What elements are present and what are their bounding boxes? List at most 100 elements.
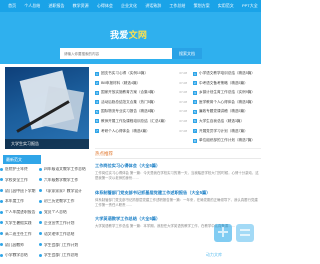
list-item[interactable]: 7 开展党员学习计划（精选7篇） <box>193 129 261 139</box>
hero-caption: 大学生实习报告 <box>5 139 89 149</box>
featured-article: 工作岗位实习心得体会（大全5篇） 工作岗位实习心得体会 第一篇：今天是我在学校实… <box>95 163 261 180</box>
nav-item-essays[interactable]: 实用范文 <box>214 0 238 12</box>
list-item-title[interactable]: 大学生自我总结（精选3篇） <box>199 119 244 123</box>
list-item[interactable]: 2 中考语文备考策略（精选5篇） <box>193 81 261 91</box>
list-item[interactable]: 大学生暑假实践 企业宣传工作计划 <box>0 221 96 232</box>
list-item-title[interactable]: 学校安全工作 <box>0 178 36 183</box>
nav-item-teaching[interactable]: 教学资源 <box>69 0 93 12</box>
logo-part1: 我爱 <box>110 30 129 40</box>
nav-item-work-summary[interactable]: 工作总结 <box>165 0 189 12</box>
featured-article-title[interactable]: 体系制管部门党支部书记抓基层党建工作述职报告（大全5篇） <box>95 190 261 196</box>
number-badge: 6 <box>95 119 99 124</box>
list-item[interactable]: 7 考研个人心得体会（精选4篇） 07-08 <box>95 129 187 139</box>
hero-image[interactable]: 大学生实习报告 <box>5 67 89 149</box>
list-item-title[interactable]: 高二班主任工作 <box>0 232 36 237</box>
list-item-title[interactable]: 幼儿园中班下学期 <box>0 189 36 194</box>
list-item-title[interactable]: 医学教育个人心得体会（精选5篇） <box>199 100 255 104</box>
list-item-title-2[interactable]: 语文老师工作总结 <box>39 232 95 237</box>
nav-item-summary[interactable]: 个人总结 <box>20 0 44 12</box>
section-divider <box>95 158 261 159</box>
number-badge: 4 <box>95 100 99 105</box>
list-item-title[interactable]: Bill申报材料（精选4篇） <box>101 81 140 85</box>
nav-item-experience[interactable]: 心得体会 <box>93 0 117 12</box>
list-item[interactable]: 5 廉政专题党课讲稿（精选5篇） <box>193 109 261 119</box>
left-column-heading[interactable]: 最新范文 <box>3 155 41 164</box>
list-item-title[interactable]: 乡镇计划生育工作总结（实例9篇） <box>199 90 255 94</box>
list-item[interactable]: 6 教师开展工作及课程培训总结（汇总4篇） 07-08 <box>95 119 187 129</box>
list-item-date: 07-08 <box>179 118 187 123</box>
list-item[interactable]: 1 小学语文教学培训总结（精选5篇） <box>193 71 261 81</box>
list-item-title[interactable]: 小学教学总结 <box>0 253 36 258</box>
list-item[interactable]: 8 单位组织部的工作计划（精选7篇） <box>193 138 261 148</box>
bullet-icon <box>0 253 3 257</box>
logo-part2: 文网 <box>128 30 148 40</box>
list-item-label: 学校安全工作 <box>5 177 28 182</box>
list-item-title[interactable]: 大学生暑假实践 <box>0 221 36 226</box>
list-item[interactable]: 幼儿园教师 学生会部门工作计划 <box>0 243 96 254</box>
list-item-title-2[interactable]: 四年级语文教学工作总结 <box>39 167 95 172</box>
list-item-title-2[interactable]: 学生会部门工作总结 <box>39 253 95 258</box>
list-item-title[interactable]: 教师开展工作及课程培训总结（汇总4篇） <box>101 119 168 123</box>
list-item-title[interactable]: 医院护士年终 <box>0 167 36 172</box>
nav-item-culture[interactable]: 企业文化 <box>117 0 141 12</box>
list-item-title[interactable]: 国际物流专业实习报告（精选8篇） <box>101 109 157 113</box>
list-item-title[interactable]: 小学语文教学培训总结（精选5篇） <box>199 71 255 75</box>
list-item-label: 六年级数学教学工作 <box>44 177 79 182</box>
list-item[interactable]: 4 医学教育个人心得体会（精选5篇） <box>193 100 261 110</box>
list-item[interactable]: 3 乡镇计划生育工作总结（实例9篇） <box>193 90 261 100</box>
list-item[interactable]: 1 团支书实习心得（实例10篇） 07-08 <box>95 71 187 81</box>
list-item-title-2[interactable]: 企业宣传工作计划 <box>39 221 95 226</box>
list-item-title-2[interactable]: 初三历史教学工作 <box>39 199 95 204</box>
list-item-date: 07-08 <box>179 90 187 95</box>
number-badge: 2 <box>95 81 99 86</box>
list-item[interactable]: 本年度工作 初三历史教学工作 <box>0 199 96 210</box>
list-item[interactable]: 5 国际物流专业实习报告（精选8篇） 07-08 <box>95 109 187 119</box>
divider <box>95 148 261 149</box>
list-item-title-2[interactable]: 学生会部门工作计划 <box>39 243 95 248</box>
list-item[interactable]: 2 Bill申报材料（精选4篇） 07-08 <box>95 81 187 91</box>
list-item-title[interactable]: 个人年度述职报告 <box>0 210 36 215</box>
list-item-label: 学生会部门工作计划 <box>44 242 79 247</box>
featured-article-desc: 工作岗位实习心得体会 第一篇：今天是我在学校实习的第一天，当我踏进学校大门的时候… <box>95 171 259 180</box>
bullet-icon <box>39 189 42 193</box>
search-input[interactable] <box>60 48 172 59</box>
list-item-title[interactable]: 廉政专题党课讲稿（精选5篇） <box>199 109 248 113</box>
list-item-title[interactable]: 考研个人心得体会（精选4篇） <box>101 129 150 133</box>
list-item-title-2[interactable]: 《家家家家》教学设计 <box>39 189 95 194</box>
number-badge: 8 <box>193 138 197 143</box>
nav-item-report[interactable]: 述职报告 <box>44 0 68 12</box>
site-logo[interactable]: 我爱文网 <box>110 28 147 41</box>
list-item-label: 学生会部门工作总结 <box>44 253 79 258</box>
list-item-title[interactable]: 国家开放实施教育方案（合集4篇） <box>101 90 157 94</box>
search-bar: 搜索文档 <box>60 48 202 59</box>
list-item-title[interactable]: 幼儿园教师 <box>0 243 36 248</box>
featured-article-desc: 体系制管部门党支部书记抓基层党建工作述职报告第一篇：一年来，在局党委的正确领导下… <box>95 198 258 207</box>
number-badge: 5 <box>193 109 197 114</box>
list-item[interactable]: 高二班主任工作 语文老师工作总结 <box>0 232 96 243</box>
list-item[interactable]: 6 大学生自我总结（精选3篇） <box>193 119 261 129</box>
list-item[interactable]: 幼儿园中班下学期 《家家家家》教学设计 <box>0 189 96 200</box>
nav-item-home[interactable]: 首页 <box>4 0 20 12</box>
search-button[interactable]: 搜索文档 <box>172 48 202 59</box>
list-item[interactable]: 3 国家开放实施教育方案（合集4篇） 07-08 <box>95 90 187 100</box>
list-item[interactable]: 个人年度述职报告 党员个人总结 <box>0 210 96 221</box>
nav-item-speech[interactable]: 讲话致辞 <box>141 0 165 12</box>
list-item[interactable]: 小学教学总结 学生会部门工作总结 <box>0 253 96 264</box>
nav-item-plan[interactable]: 策划方案 <box>190 0 214 12</box>
list-item-label: 医院护士年终 <box>5 167 28 171</box>
list-item[interactable]: 学校安全工作 六年级数学教学工作 <box>0 178 96 189</box>
list-item-title[interactable]: 活动后勤总结范文合集（热门5篇） <box>101 100 157 104</box>
list-item-title-2[interactable]: 党员个人总结 <box>39 210 95 215</box>
list-item[interactable]: 4 活动后勤总结范文合集（热门5篇） 07-08 <box>95 100 187 110</box>
left-column-list: 医院护士年终 四年级语文教学工作总结 学校安全工作 六年级数学教学工作 幼儿园中班下… <box>0 167 96 264</box>
nav-item-ppt[interactable]: PPT大全 <box>238 0 261 12</box>
list-item[interactable]: 医院护士年终 四年级语文教学工作总结 <box>0 167 96 178</box>
list-item-title[interactable]: 团支书实习心得（实例10篇） <box>101 71 148 75</box>
list-item-title[interactable]: 单位组织部的工作计划（精选7篇） <box>199 138 255 142</box>
list-item-title[interactable]: 本年度工作 <box>0 199 36 204</box>
bullet-icon <box>39 199 42 203</box>
list-item-title-2[interactable]: 六年级数学教学工作 <box>39 178 95 183</box>
featured-article-title[interactable]: 工作岗位实习心得体会（大全5篇） <box>95 163 261 169</box>
list-item-title[interactable]: 开展党员学习计划（精选7篇） <box>199 129 248 133</box>
list-item-title[interactable]: 中考语文备考策略（精选5篇） <box>199 81 248 85</box>
